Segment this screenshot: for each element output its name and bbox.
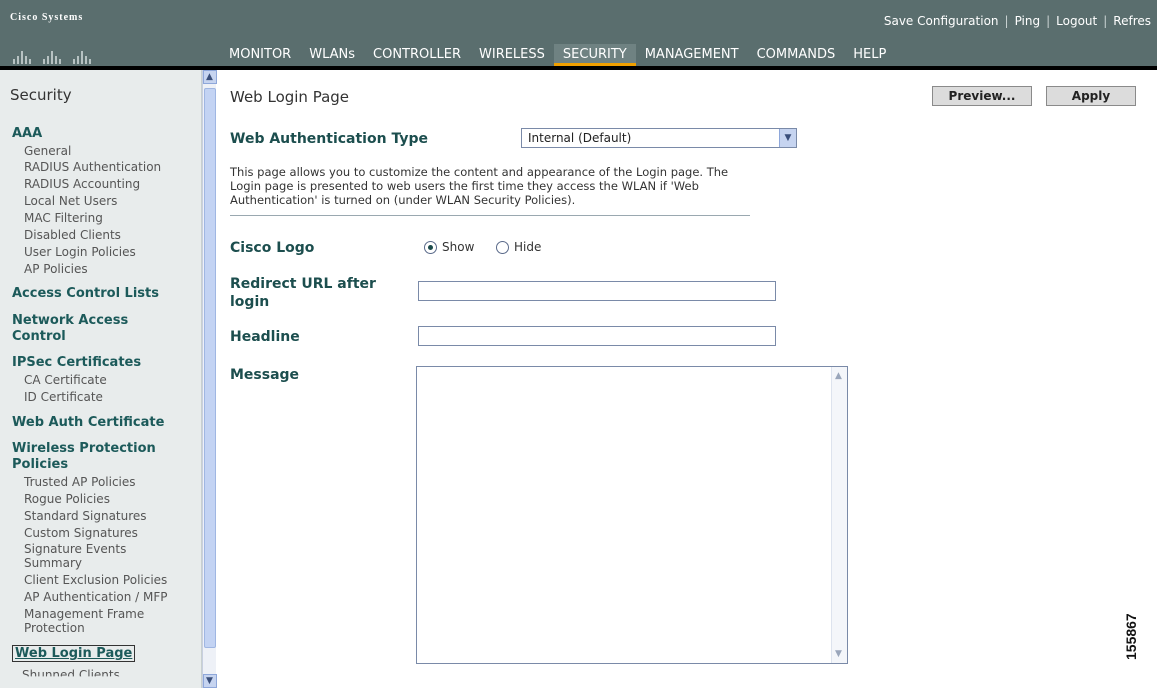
sidebar-item-standard-signatures[interactable]: Standard Signatures bbox=[24, 509, 147, 523]
scroll-down-button[interactable]: ▼ bbox=[203, 674, 217, 688]
sidebar-item-ap-policies[interactable]: AP Policies bbox=[24, 262, 88, 276]
message-textarea[interactable]: ▲ ▼ bbox=[416, 366, 848, 664]
page-description: This page allows you to customize the co… bbox=[230, 165, 750, 216]
show-radio[interactable]: Show bbox=[424, 240, 474, 254]
web-authentication-type-value: Internal (Default) bbox=[528, 131, 632, 145]
headline-input[interactable] bbox=[418, 326, 776, 346]
sidebar-item-mac-filtering[interactable]: MAC Filtering bbox=[24, 211, 103, 225]
nav-monitor[interactable]: MONITOR bbox=[220, 44, 300, 66]
sidebar-item-id-certificate[interactable]: ID Certificate bbox=[24, 390, 103, 404]
refresh-link[interactable]: Refres bbox=[1113, 14, 1151, 28]
nav-controller[interactable]: CONTROLLER bbox=[364, 44, 470, 66]
sidebar-item-management-frame[interactable]: Management Frame bbox=[24, 607, 144, 621]
headline-label: Headline bbox=[230, 329, 300, 345]
utility-links: Save Configuration | Ping | Logout | Refres bbox=[883, 14, 1151, 28]
web-authentication-type-label: Web Authentication Type bbox=[230, 131, 428, 147]
redirect-url-label-line2: login bbox=[230, 294, 270, 310]
chevron-down-icon: ▼ bbox=[206, 676, 213, 686]
brand-name: Cisco Systems bbox=[10, 12, 84, 23]
radio-selected-icon bbox=[424, 240, 437, 254]
sidebar-item-client-exclusion-policies[interactable]: Client Exclusion Policies bbox=[24, 573, 167, 587]
page-title: Web Login Page bbox=[230, 88, 350, 106]
sidebar-item-signature-events-summary[interactable]: Summary bbox=[24, 556, 82, 570]
sidebar-heading-wpp-2[interactable]: Policies bbox=[12, 457, 68, 473]
sidebar-heading-aaa[interactable]: AAA bbox=[12, 126, 42, 142]
ping-link[interactable]: Ping bbox=[1015, 14, 1041, 28]
show-radio-label: Show bbox=[442, 240, 475, 254]
chevron-down-icon: ▼ bbox=[835, 649, 842, 659]
save-configuration-link[interactable]: Save Configuration bbox=[884, 14, 999, 28]
web-authentication-type-select[interactable]: Internal (Default) ▼ bbox=[521, 128, 797, 148]
nav-wlans[interactable]: WLANs bbox=[300, 44, 364, 66]
sidebar-heading-ipsec[interactable]: IPSec Certificates bbox=[12, 355, 141, 371]
sidebar: Security AAA General RADIUS Authenticati… bbox=[0, 70, 202, 688]
nav-security[interactable]: SECURITY bbox=[553, 44, 636, 66]
chevron-up-icon: ▲ bbox=[206, 72, 213, 82]
sidebar-item-rogue-policies[interactable]: Rogue Policies bbox=[24, 492, 110, 506]
preview-button[interactable]: Preview... bbox=[932, 86, 1032, 106]
cisco-logo-label: Cisco Logo bbox=[230, 240, 315, 256]
sidebar-item-radius-accounting[interactable]: RADIUS Accounting bbox=[24, 177, 140, 191]
chevron-down-icon: ▼ bbox=[779, 129, 796, 147]
sidebar-scrollbar[interactable]: ▲ ▼ bbox=[202, 70, 217, 688]
nav-commands[interactable]: COMMANDS bbox=[748, 44, 845, 66]
header-bar: Cisco Systems Save Configuration | Ping | Lo… bbox=[0, 0, 1157, 70]
main-nav: MONITOR WLANs CONTROLLER WIRELESS SECURI… bbox=[220, 44, 895, 66]
radio-unselected-icon bbox=[496, 240, 509, 254]
sidebar-item-user-login-policies[interactable]: User Login Policies bbox=[24, 245, 136, 259]
nav-management[interactable]: MANAGEMENT bbox=[636, 44, 748, 66]
cisco-bridge-icon bbox=[13, 51, 91, 64]
hide-radio[interactable]: Hide bbox=[496, 240, 541, 254]
sidebar-item-signature-events[interactable]: Signature Events bbox=[24, 542, 126, 556]
sidebar-item-ap-authentication-mfp[interactable]: AP Authentication / MFP bbox=[24, 590, 168, 604]
sidebar-item-general[interactable]: General bbox=[24, 144, 71, 158]
redirect-url-input[interactable] bbox=[418, 281, 776, 301]
sidebar-item-ca-certificate[interactable]: CA Certificate bbox=[24, 373, 107, 387]
sidebar-item-trusted-ap-policies[interactable]: Trusted AP Policies bbox=[24, 475, 136, 489]
main-content: Web Login Page Preview... Apply Web Auth… bbox=[216, 70, 1157, 688]
sidebar-heading-web-auth-certificate[interactable]: Web Auth Certificate bbox=[12, 415, 164, 431]
sidebar-heading-nac-2[interactable]: Control bbox=[12, 329, 66, 345]
message-scrollbar[interactable]: ▲ ▼ bbox=[831, 367, 847, 663]
figure-number: 155867 bbox=[1123, 613, 1139, 660]
sidebar-heading-wpp-1[interactable]: Wireless Protection bbox=[12, 441, 156, 457]
sidebar-item-custom-signatures[interactable]: Custom Signatures bbox=[24, 526, 138, 540]
hide-radio-label: Hide bbox=[514, 240, 542, 254]
apply-button[interactable]: Apply bbox=[1046, 86, 1136, 106]
scroll-thumb[interactable] bbox=[204, 88, 216, 648]
nav-help[interactable]: HELP bbox=[844, 44, 895, 66]
sidebar-heading-acl[interactable]: Access Control Lists bbox=[12, 286, 159, 302]
logout-link[interactable]: Logout bbox=[1056, 14, 1097, 28]
sidebar-item-disabled-clients[interactable]: Disabled Clients bbox=[24, 228, 121, 242]
sidebar-item-shunned-clients[interactable]: Shunned Clients bbox=[22, 668, 120, 676]
chevron-up-icon: ▲ bbox=[835, 371, 842, 381]
sidebar-item-local-net-users[interactable]: Local Net Users bbox=[24, 194, 117, 208]
nav-wireless[interactable]: WIRELESS bbox=[470, 44, 554, 66]
sidebar-heading-nac-1[interactable]: Network Access bbox=[12, 313, 128, 329]
sidebar-title: Security bbox=[10, 86, 72, 104]
scroll-up-button[interactable]: ▲ bbox=[203, 70, 217, 84]
sidebar-item-web-login-page[interactable]: Web Login Page bbox=[12, 645, 136, 662]
redirect-url-label-line1: Redirect URL after bbox=[230, 276, 376, 292]
cisco-logo: Cisco Systems bbox=[10, 6, 220, 66]
sidebar-item-radius-authentication[interactable]: RADIUS Authentication bbox=[24, 160, 161, 174]
sidebar-item-management-frame-protection[interactable]: Protection bbox=[24, 621, 85, 635]
message-label: Message bbox=[230, 367, 300, 383]
